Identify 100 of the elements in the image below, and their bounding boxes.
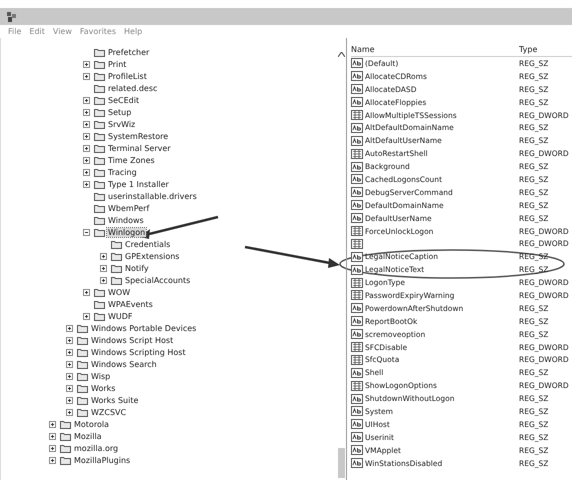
tree-item[interactable]: Print: [107, 60, 128, 68]
tree-item[interactable]: Notify: [124, 264, 150, 272]
expand-icon[interactable]: [100, 252, 109, 260]
expand-icon[interactable]: [83, 72, 92, 80]
expand-icon[interactable]: [83, 132, 92, 140]
expand-icon[interactable]: [49, 420, 58, 428]
menu-item[interactable]: File: [8, 27, 22, 36]
expand-icon[interactable]: [83, 96, 92, 104]
tree-item[interactable]: mozilla.org: [73, 444, 120, 452]
tree-item[interactable]: Tracing: [107, 168, 138, 176]
expand-icon[interactable]: [66, 408, 75, 416]
tree-item[interactable]: MozillaPlugins: [73, 456, 132, 464]
expand-icon[interactable]: [100, 264, 109, 272]
expand-icon[interactable]: [66, 324, 75, 332]
scroll-up-icon[interactable]: [338, 52, 345, 57]
binary-value-icon: [351, 226, 363, 236]
tree-item[interactable]: Setup: [107, 108, 132, 116]
string-value-icon: [351, 316, 363, 326]
column-header[interactable]: Name: [351, 44, 519, 54]
string-value-icon: [351, 58, 363, 68]
folder-icon: [94, 228, 105, 236]
folder-icon: [94, 180, 105, 188]
string-value-icon: [351, 71, 363, 82]
expand-icon[interactable]: [49, 432, 58, 440]
menu-item[interactable]: Edit: [29, 27, 45, 36]
tree-item[interactable]: SystemRestore: [107, 132, 170, 140]
tree-item[interactable]: SrvWiz: [107, 120, 136, 128]
tree-item[interactable]: Credentials: [124, 240, 172, 248]
tree-item[interactable]: WOW: [107, 288, 132, 296]
tree-item[interactable]: Terminal Server: [107, 144, 172, 152]
expand-icon[interactable]: [83, 288, 92, 296]
expand-icon[interactable]: [83, 60, 92, 68]
expand-icon[interactable]: [49, 456, 58, 464]
string-value-icon: [351, 136, 363, 146]
tree-item[interactable]: Prefetcher: [107, 48, 150, 56]
collapse-icon[interactable]: [83, 228, 92, 236]
tree-item[interactable]: WZCSVC: [90, 408, 128, 416]
tree-item[interactable]: GPExtensions: [124, 252, 180, 260]
folder-icon: [94, 300, 105, 308]
tree-item[interactable]: Wisp: [90, 372, 112, 380]
binary-value-icon: [351, 110, 363, 120]
scrollbar-thumb[interactable]: [338, 448, 345, 478]
tree-item[interactable]: Time Zones: [107, 156, 156, 164]
expand-icon[interactable]: [66, 396, 75, 404]
folder-icon: [94, 60, 105, 68]
expand-icon[interactable]: [66, 348, 75, 356]
tree-item[interactable]: Windows Scripting Host: [90, 348, 187, 356]
string-value-icon: [351, 406, 363, 416]
tree-item[interactable]: WUDF: [107, 312, 134, 320]
binary-value-icon: [351, 342, 363, 352]
tree-item[interactable]: Motorola: [73, 420, 110, 428]
string-value-icon: [351, 162, 363, 172]
expand-icon[interactable]: [83, 168, 92, 176]
tree-item[interactable]: WbemPerf: [107, 204, 150, 212]
menu-item[interactable]: Favorites: [80, 27, 116, 36]
tree-item[interactable]: Type 1 Installer: [107, 180, 170, 188]
tree-item[interactable]: Windows Search: [90, 360, 158, 368]
string-value-icon: [351, 264, 363, 275]
binary-value-icon: [351, 238, 363, 249]
column-header[interactable]: Type: [519, 44, 572, 54]
folder-icon: [60, 444, 71, 452]
string-value-icon: [351, 84, 363, 94]
folder-icon: [77, 372, 88, 380]
menu-item[interactable]: Help: [124, 27, 142, 36]
string-value-icon: [351, 445, 363, 456]
expand-icon[interactable]: [83, 312, 92, 320]
expand-icon[interactable]: [83, 144, 92, 152]
expand-icon[interactable]: [66, 336, 75, 344]
string-value-icon: [351, 419, 363, 430]
tree-item[interactable]: ProfileList: [107, 72, 148, 80]
tree-item[interactable]: Windows Portable Devices: [90, 324, 198, 332]
folder-icon: [94, 216, 105, 224]
string-value-icon: [351, 458, 363, 468]
tree-item[interactable]: Works Suite: [90, 396, 140, 404]
menu-item[interactable]: View: [52, 27, 72, 36]
expand-icon[interactable]: [100, 276, 109, 284]
tree-item[interactable]: Windows Script Host: [90, 336, 174, 344]
string-value-icon: [351, 122, 363, 133]
tree-item[interactable]: WPAEvents: [107, 300, 154, 308]
binary-value-icon: [351, 278, 363, 288]
tree-item[interactable]: related.desc: [107, 84, 158, 92]
tree-item[interactable]: Mozilla: [73, 432, 103, 440]
tree-item[interactable]: SpecialAccounts: [124, 276, 192, 284]
expand-icon[interactable]: [49, 444, 58, 452]
expand-icon[interactable]: [83, 120, 92, 128]
string-value-icon: [351, 252, 363, 262]
folder-icon: [94, 72, 105, 80]
tree-item[interactable]: Works: [90, 384, 116, 392]
tree-item[interactable]: Windows: [107, 216, 145, 224]
expand-icon[interactable]: [66, 372, 75, 380]
expand-icon[interactable]: [66, 360, 75, 368]
folder-icon: [77, 360, 88, 368]
tree-item[interactable]: SeCEdit: [107, 96, 140, 104]
expand-icon[interactable]: [83, 108, 92, 116]
expand-icon[interactable]: [83, 156, 92, 164]
tree-item[interactable]: userinstallable.drivers: [107, 192, 198, 200]
expand-icon[interactable]: [83, 180, 92, 188]
tree-item[interactable]: Winlogon: [107, 228, 146, 236]
folder-icon: [94, 144, 105, 152]
expand-icon[interactable]: [66, 384, 75, 392]
